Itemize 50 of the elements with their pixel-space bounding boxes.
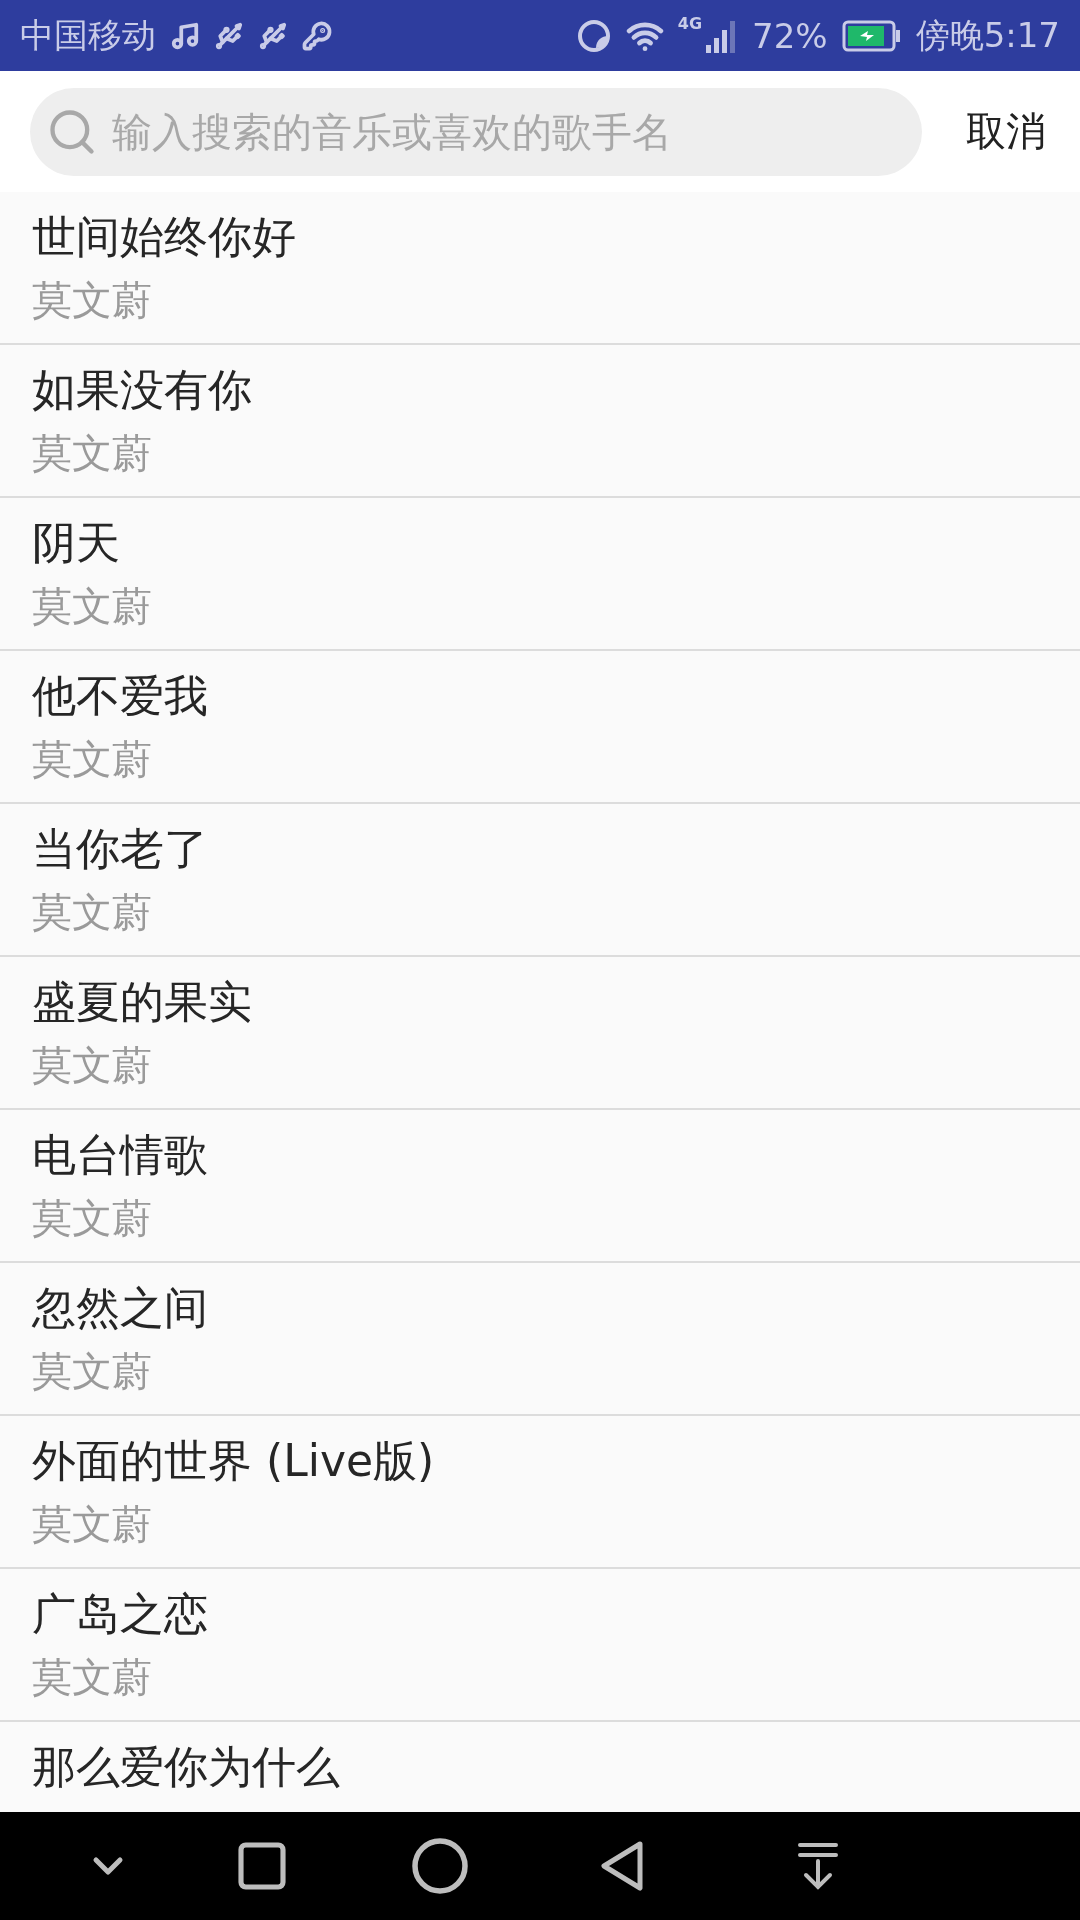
song-list-item[interactable]: 世间始终你好 莫文蔚 <box>0 192 1080 345</box>
song-list-item[interactable]: 阴天 莫文蔚 <box>0 498 1080 651</box>
battery-icon <box>841 19 902 52</box>
triangle-icon <box>600 1840 646 1892</box>
notification-pull-button[interactable] <box>796 1841 840 1891</box>
song-list-item[interactable]: 盛夏的果实 莫文蔚 <box>0 957 1080 1110</box>
song-title: 电台情歌 <box>32 1127 208 1182</box>
artist-name: 莫文蔚 <box>32 275 152 325</box>
song-title: 如果没有你 <box>32 362 252 417</box>
song-list-item[interactable]: 他不爱我 莫文蔚 <box>0 651 1080 804</box>
song-list-item[interactable]: 忽然之间 莫文蔚 <box>0 1263 1080 1416</box>
song-title: 他不爱我 <box>32 668 208 723</box>
search-box[interactable]: 输入搜索的音乐或喜欢的歌手名 <box>30 87 922 176</box>
artist-name: 莫文蔚 <box>32 1193 152 1243</box>
artist-name: 莫文蔚 <box>32 1499 152 1549</box>
usb-icon <box>214 20 244 51</box>
carrier-name: 中国移动 <box>20 13 156 57</box>
song-title: 世间始终你好 <box>32 209 296 264</box>
search-field[interactable]: 输入搜索的音乐或喜欢的歌手名 <box>110 107 906 156</box>
song-list-item[interactable]: 如果没有你 莫文蔚 <box>0 345 1080 498</box>
song-title: 那么爱你为什么 <box>32 1740 340 1794</box>
data-saver-icon <box>575 17 612 54</box>
artist-name: 莫文蔚 <box>32 581 152 631</box>
cancel-button[interactable]: 取消 <box>962 104 1050 159</box>
song-list-item[interactable]: 外面的世界 (Live版) 莫文蔚 <box>0 1416 1080 1569</box>
song-title: 盛夏的果实 <box>32 974 252 1029</box>
song-title: 广岛之恋 <box>32 1586 208 1641</box>
home-button[interactable] <box>410 1836 470 1896</box>
song-title: 当你老了 <box>32 821 208 876</box>
battery-percent: 72% <box>752 15 828 56</box>
artist-name: 莫文蔚 <box>32 1346 152 1396</box>
network-type: 4G <box>677 14 703 33</box>
song-title: 忽然之间 <box>32 1280 208 1335</box>
usb-icon <box>258 20 288 51</box>
artist-name: 莫文蔚 <box>32 428 152 478</box>
artist-name: 莫文蔚 <box>32 1652 152 1702</box>
back-button[interactable] <box>600 1840 646 1892</box>
artist-name: 莫文蔚 <box>32 887 152 937</box>
song-list-item[interactable]: 电台情歌 莫文蔚 <box>0 1110 1080 1263</box>
song-list-item[interactable]: 广岛之恋 莫文蔚 <box>0 1569 1080 1722</box>
pull-down-icon <box>796 1841 840 1891</box>
music-note-icon <box>170 20 200 51</box>
clock-time: 傍晚5:17 <box>915 13 1060 57</box>
key-icon <box>302 20 332 51</box>
song-title: 阴天 <box>32 515 120 570</box>
artist-name: 莫文蔚 <box>32 1040 152 1090</box>
song-list-item[interactable]: 当你老了 莫文蔚 <box>0 804 1080 957</box>
artist-name: 莫文蔚 <box>32 734 152 784</box>
circle-icon <box>410 1836 470 1896</box>
song-title: 外面的世界 (Live版) <box>32 1433 435 1488</box>
